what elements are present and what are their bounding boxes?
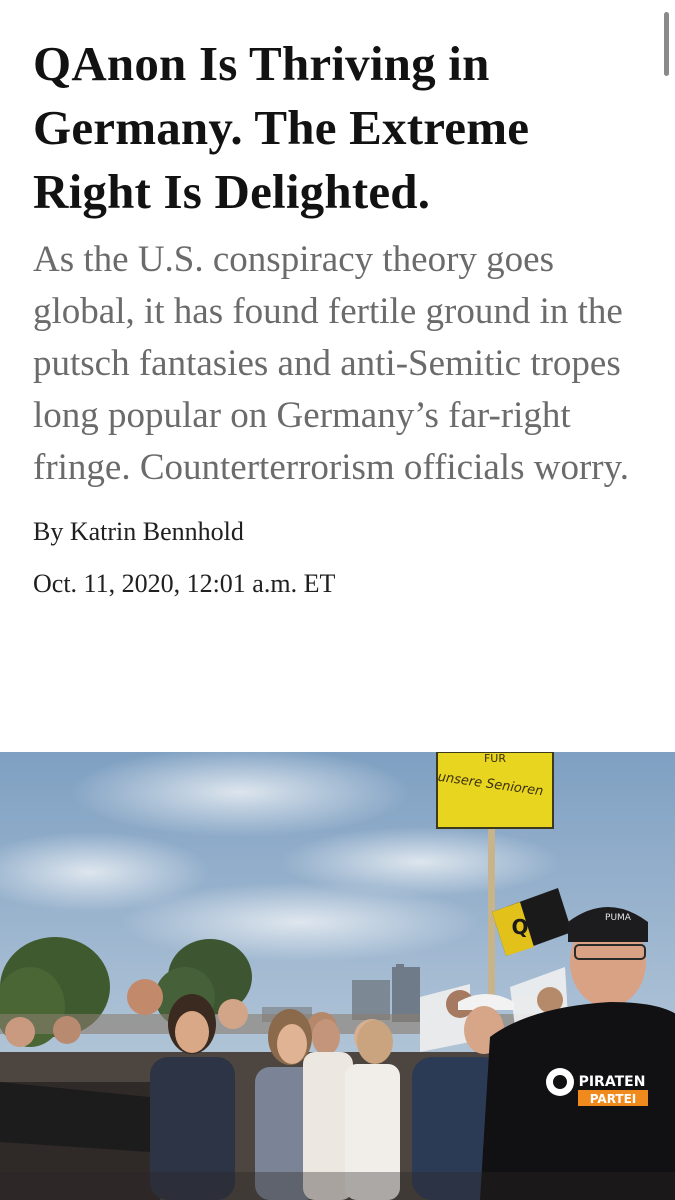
shirt-text-1: PIRATEN [579,1074,646,1090]
sign-text-1: FUR [484,752,506,765]
scrollbar[interactable] [664,12,669,76]
headline: QAnon Is Thriving in Germany. The Extrem… [33,36,530,219]
protest-sign: FUR unsere Senioren [436,752,554,829]
article-header: QAnon Is Thriving in Germany. The Extrem… [33,32,638,600]
summary: As the U.S. conspiracy theory goes globa… [33,239,629,488]
cap-text: PUMA [605,913,632,923]
byline[interactable]: By Katrin Bennhold [33,516,638,548]
lead-photo: FUR unsere Senioren Q PUMA PIRATEN PARTE… [0,752,675,1200]
dateline: Oct. 11, 2020, 12:01 a.m. ET [33,569,336,598]
flag-letter: Q [511,915,528,939]
shirt-text-2: PARTEI [590,1092,637,1106]
